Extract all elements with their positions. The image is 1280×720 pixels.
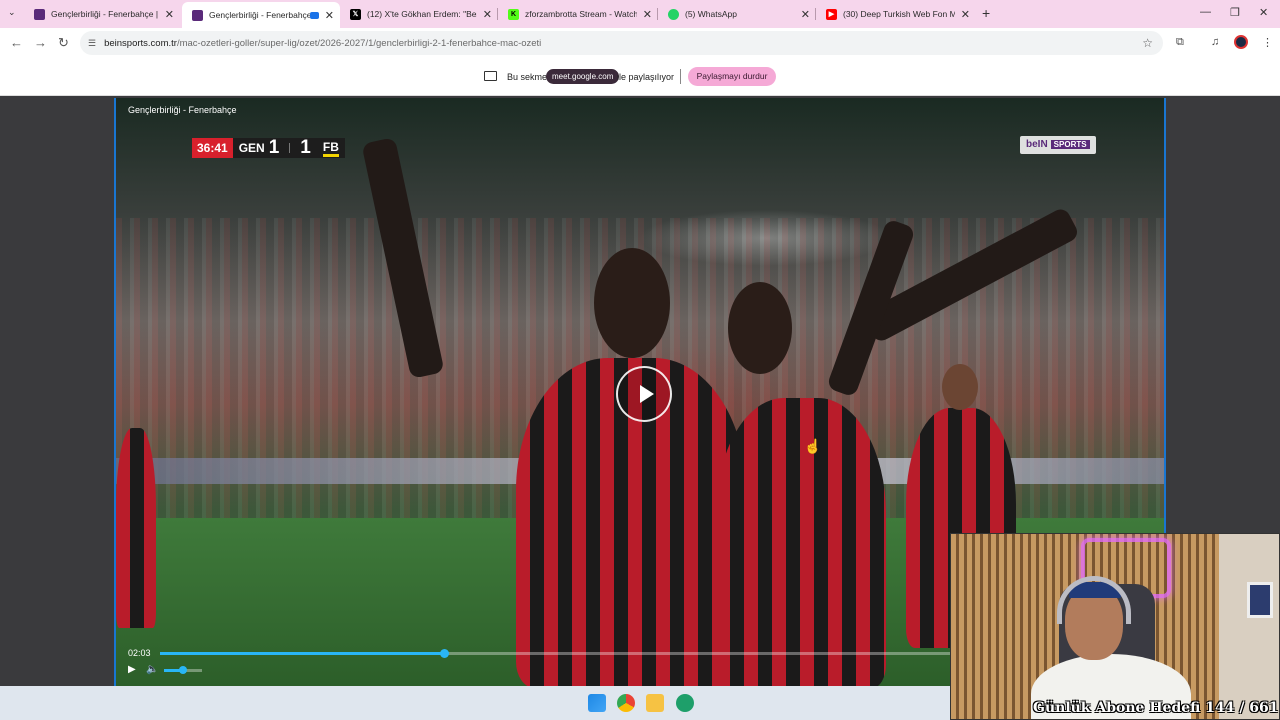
forward-icon[interactable]: → xyxy=(34,35,47,50)
play-overlay-button[interactable] xyxy=(616,366,672,422)
tab-5[interactable]: ▶ (30) Deep Turkish Web Fon Mu ✕ xyxy=(816,3,976,25)
shared-site-chip: meet.google.com xyxy=(546,69,620,84)
subscriber-goal-text: Günlük Abone Hedefi 144 / 661 xyxy=(1033,700,1279,716)
current-time: 02:03 xyxy=(128,648,151,658)
tab-title: Gençlerbirliği - Fenerbahçe xyxy=(209,10,310,20)
screen-share-icon xyxy=(484,71,497,81)
volume-handle[interactable] xyxy=(179,666,187,674)
youtube-icon: ▶ xyxy=(826,8,837,20)
broadcaster-logo: beIN SPORTS xyxy=(1020,136,1096,154)
profile-avatar[interactable] xyxy=(1234,35,1248,49)
tab-title: zforzambrotta Stream - Watch xyxy=(525,9,637,19)
wall-frame xyxy=(1247,582,1273,618)
tab-search-icon[interactable]: ⌄ xyxy=(8,7,16,18)
new-tab-icon[interactable]: + xyxy=(982,5,990,21)
seek-progress xyxy=(160,652,445,655)
tab-3[interactable]: K zforzambrotta Stream - Watch ✕ xyxy=(498,3,658,25)
volume-icon[interactable]: 🔈 xyxy=(146,664,158,675)
close-icon[interactable]: ✕ xyxy=(643,8,652,21)
player-figure xyxy=(116,428,156,628)
tab-4[interactable]: (5) WhatsApp ✕ xyxy=(658,3,816,25)
tab-title: (5) WhatsApp xyxy=(685,9,737,19)
home-score: 1 xyxy=(268,137,280,158)
chrome-icon[interactable] xyxy=(617,694,635,712)
app-icon[interactable] xyxy=(676,694,694,712)
volume-slider[interactable] xyxy=(164,666,202,674)
player-figure xyxy=(716,398,886,686)
seek-bar[interactable] xyxy=(160,649,996,658)
reload-icon[interactable]: ↻ xyxy=(58,35,69,51)
file-explorer-icon[interactable] xyxy=(646,694,664,712)
address-bar[interactable]: ☰ beinsports.com.tr/mac-ozetleri-goller/… xyxy=(80,31,1163,55)
tab-title: Gençlerbirliği - Fenerbahçe | be xyxy=(51,9,159,19)
close-icon[interactable]: ✕ xyxy=(165,8,174,21)
sharing-icon xyxy=(309,11,319,19)
video-title: Gençlerbirliği - Fenerbahçe xyxy=(128,105,237,115)
tab-title: (12) X'te Gökhan Erdem: "Beşikt xyxy=(367,9,477,19)
tab-strip: ⌄ Gençlerbirliği - Fenerbahçe | be ✕ Gen… xyxy=(0,0,1280,28)
tab-1[interactable]: Gençlerbirliği - Fenerbahçe ✕ xyxy=(182,2,340,28)
match-clock: 36:41 xyxy=(192,138,233,158)
tab-0[interactable]: Gençlerbirliği - Fenerbahçe | be ✕ xyxy=(24,3,180,25)
minimize-icon[interactable]: — xyxy=(1200,6,1211,18)
close-icon[interactable]: ✕ xyxy=(325,9,334,22)
window-close-icon[interactable]: ✕ xyxy=(1259,6,1268,19)
share-text-after: ile paylaşılıyor xyxy=(617,72,675,82)
url-path: /mac-ozetleri-goller/super-lig/ozet/2026… xyxy=(176,37,542,49)
browser-toolbar: ← → ↻ ☰ beinsports.com.tr/mac-ozetleri-g… xyxy=(0,28,1280,58)
menu-icon[interactable]: ⋮ xyxy=(1262,36,1273,49)
tab-2[interactable]: 𝕏 (12) X'te Gökhan Erdem: "Beşikt ✕ xyxy=(340,3,498,25)
home-team: GEN xyxy=(238,141,265,155)
bein-icon xyxy=(34,8,45,20)
stop-sharing-button[interactable]: Paylaşmayı durdur xyxy=(688,67,776,86)
back-icon[interactable]: ← xyxy=(10,35,23,50)
media-control-icon[interactable]: ♫ xyxy=(1211,36,1219,48)
restore-icon[interactable]: ❐ xyxy=(1230,6,1240,19)
bein-icon xyxy=(192,9,203,21)
site-info-icon[interactable]: ☰ xyxy=(88,38,96,49)
kick-icon: K xyxy=(508,8,519,20)
x-icon: 𝕏 xyxy=(350,8,361,20)
scorebug: 36:41 GEN 1 1 FB xyxy=(192,137,345,158)
close-icon[interactable]: ✕ xyxy=(483,8,492,21)
away-team: FB xyxy=(322,140,339,157)
url-host: beinsports.com.tr xyxy=(104,37,177,49)
whatsapp-icon xyxy=(668,8,679,20)
tab-title: (30) Deep Turkish Web Fon Mu xyxy=(843,9,955,19)
extensions-icon[interactable]: ⧉ xyxy=(1176,36,1184,49)
away-score: 1 xyxy=(300,137,311,158)
bookmark-star-icon[interactable]: ☆ xyxy=(1142,36,1153,50)
share-text-before: Bu sekme xyxy=(507,72,548,82)
mouse-cursor: ☝ xyxy=(804,438,822,454)
play-icon[interactable]: ▶ xyxy=(128,664,136,675)
close-icon[interactable]: ✕ xyxy=(801,8,810,21)
windows-start-icon[interactable] xyxy=(588,694,606,712)
webcam-overlay xyxy=(950,533,1280,720)
tab-sharing-bar: Bu sekme meet.google.com ile paylaşılıyo… xyxy=(0,58,1280,96)
close-icon[interactable]: ✕ xyxy=(961,8,970,21)
